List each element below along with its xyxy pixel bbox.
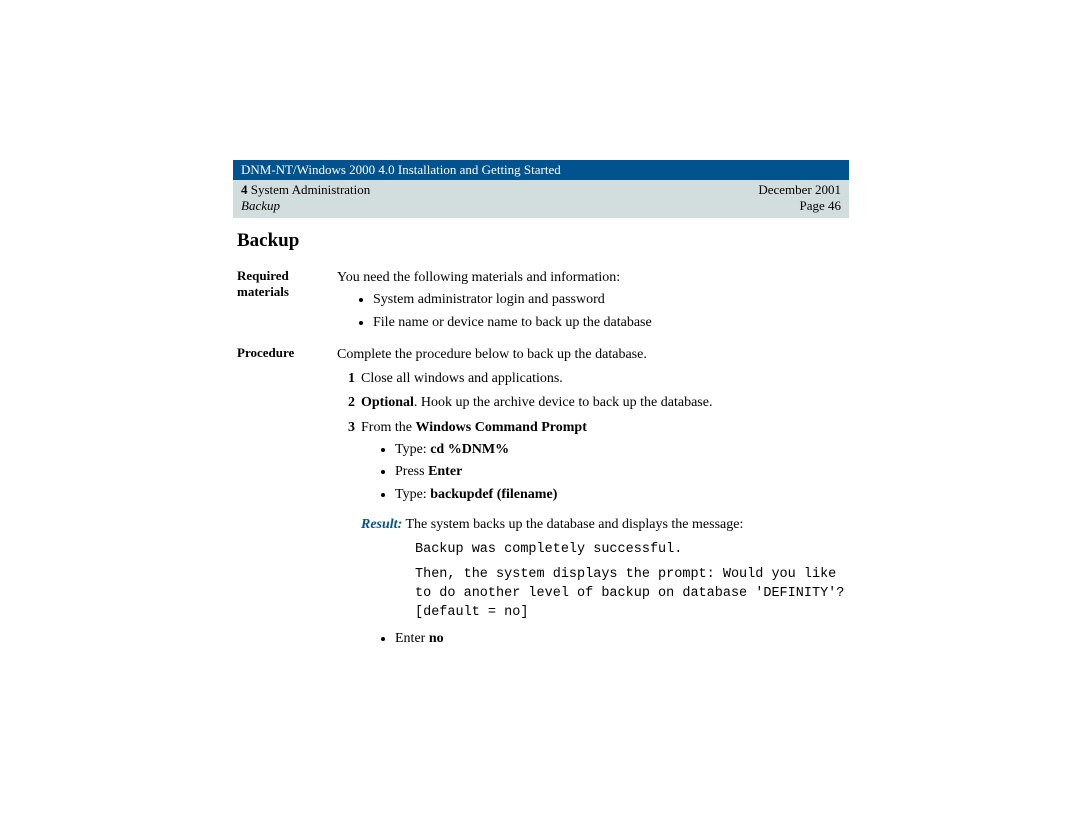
procedure-step: 3 From the Windows Command Prompt Type: … [337,418,849,651]
required-materials-row: Required materials You need the followin… [233,268,849,335]
procedure-steps: 1 Close all windows and applications. 2 … [337,369,849,651]
procedure-content: Complete the procedure below to back up … [337,345,849,655]
step3-bullet: Type: cd %DNM% [395,440,849,460]
doc-date: December 2001 [758,182,841,198]
console-output: Backup was completely successful. [415,541,849,560]
procedure-intro: Complete the procedure below to back up … [337,345,849,365]
step3-bold: Windows Command Prompt [415,420,586,435]
result-label: Result: [361,517,402,532]
procedure-step: 2 Optional. Hook up the archive device t… [337,393,849,413]
step-body: Optional. Hook up the archive device to … [361,393,849,413]
step-number: 3 [337,418,355,651]
required-materials-content: You need the following materials and inf… [337,268,849,335]
info-left: 4 System Administration Backup [241,182,370,214]
procedure-row: Procedure Complete the procedure below t… [233,345,849,655]
bullet-bold: no [429,631,444,646]
step3-bullet: Press Enter [395,462,849,482]
bullet-pre: Type: [395,442,430,457]
bullet-bold: backupdef (filename) [430,487,557,502]
step-optional-label: Optional [361,395,414,410]
section-name: System Administration [251,182,371,197]
step-body: From the Windows Command Prompt Type: cd… [361,418,849,651]
bullet-pre: Enter [395,631,429,646]
required-item: System administrator login and password [373,290,849,310]
doc-info-bar: 4 System Administration Backup December … [233,180,849,218]
result-block: Result: The system backs up the database… [361,515,849,535]
required-item: File name or device name to back up the … [373,313,849,333]
step-body: Close all windows and applications. [361,369,849,389]
step-optional-text: . Hook up the archive device to back up … [414,395,713,410]
step-number: 2 [337,393,355,413]
step3-pre: From the [361,420,415,435]
subsection-name: Backup [241,198,370,214]
bullet-pre: Press [395,464,428,479]
bullet-pre: Type: [395,487,430,502]
bullet-bold: Enter [428,464,462,479]
bullet-bold: cd %DNM% [430,442,509,457]
info-right: December 2001 Page 46 [758,182,841,214]
step-number: 1 [337,369,355,389]
result-text: The system backs up the database and dis… [402,517,743,532]
section-number: 4 [241,182,248,197]
page-number: Page 46 [758,198,841,214]
console-output: Then, the system displays the prompt: Wo… [415,566,849,623]
procedure-label: Procedure [233,345,337,655]
procedure-step: 1 Close all windows and applications. [337,369,849,389]
document-page: DNM-NT/Windows 2000 4.0 Installation and… [233,160,849,665]
doc-title-bar: DNM-NT/Windows 2000 4.0 Installation and… [233,160,849,180]
step3-bullet: Type: backupdef (filename) [395,485,849,505]
doc-title: DNM-NT/Windows 2000 4.0 Installation and… [241,162,561,177]
required-intro: You need the following materials and inf… [337,268,849,288]
final-bullet: Enter no [395,629,849,649]
required-materials-label: Required materials [233,268,337,335]
page-heading: Backup [237,230,849,252]
